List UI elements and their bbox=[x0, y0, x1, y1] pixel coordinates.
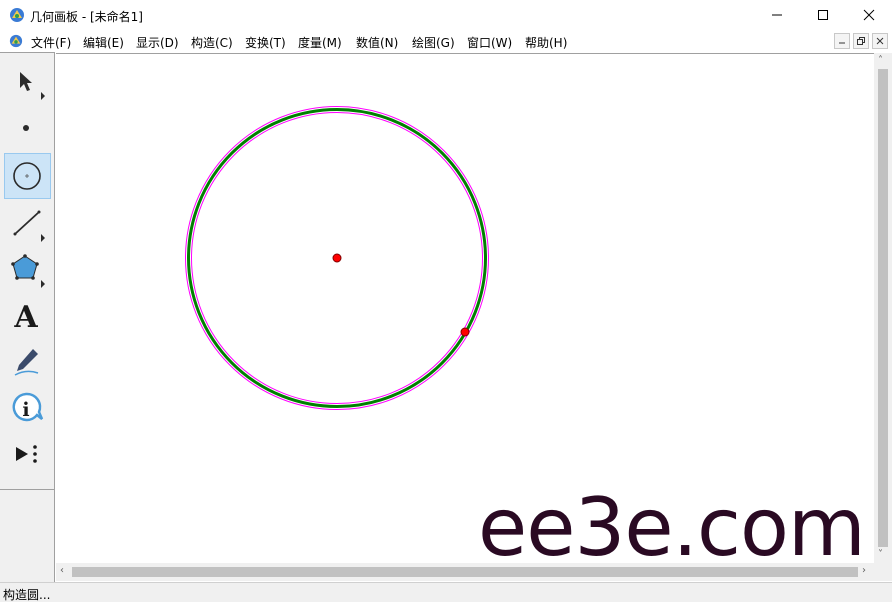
menu-construct[interactable]: 构造(C) bbox=[191, 34, 233, 51]
info-icon: i bbox=[12, 392, 44, 422]
segment-icon bbox=[13, 210, 45, 242]
scroll-left-icon[interactable]: ‹ bbox=[60, 565, 64, 576]
menu-edit[interactable]: 编辑(E) bbox=[83, 34, 124, 51]
menu-measure[interactable]: 度量(M) bbox=[298, 34, 342, 51]
menu-window[interactable]: 窗口(W) bbox=[467, 34, 512, 51]
close-icon bbox=[863, 9, 875, 21]
toolbox-divider bbox=[0, 489, 54, 490]
scroll-up-icon[interactable]: ˄ bbox=[878, 55, 883, 66]
arrow-select-icon bbox=[20, 72, 45, 100]
menu-number[interactable]: 数值(N) bbox=[356, 34, 398, 51]
document-icon[interactable] bbox=[9, 34, 23, 48]
marker-tool[interactable] bbox=[4, 339, 51, 385]
svg-text:A: A bbox=[13, 300, 38, 335]
minimize-icon bbox=[839, 42, 845, 44]
close-button[interactable] bbox=[846, 0, 892, 30]
maximize-icon bbox=[818, 10, 828, 20]
play-more-icon bbox=[16, 445, 37, 463]
restore-icon bbox=[857, 37, 865, 45]
doc-minimize-button[interactable] bbox=[834, 33, 850, 49]
point-icon bbox=[23, 125, 29, 131]
watermark-text: ee3e.com bbox=[478, 481, 866, 574]
window-title: 几何画板 - [未命名1] bbox=[30, 10, 143, 24]
scrollbar-corner bbox=[874, 563, 892, 581]
app-logo-icon bbox=[10, 8, 24, 22]
scroll-down-icon[interactable]: ˅ bbox=[878, 549, 883, 560]
toolbox: A i bbox=[0, 52, 55, 582]
maximize-button[interactable] bbox=[800, 0, 846, 30]
vertical-scroll-thumb[interactable] bbox=[878, 69, 888, 547]
text-a-icon: A bbox=[13, 300, 38, 335]
minimize-icon bbox=[772, 14, 782, 16]
straightedge-tool[interactable] bbox=[4, 201, 51, 247]
center-point[interactable] bbox=[332, 253, 342, 263]
menu-graph[interactable]: 绘图(G) bbox=[412, 34, 455, 51]
vertical-scrollbar[interactable]: ˄ ˅ bbox=[874, 53, 892, 563]
arrow-tool[interactable] bbox=[4, 61, 51, 107]
point-tool[interactable] bbox=[4, 107, 51, 153]
menu-help[interactable]: 帮助(H) bbox=[525, 34, 567, 51]
minimize-button[interactable] bbox=[754, 0, 800, 30]
menu-display[interactable]: 显示(D) bbox=[136, 34, 179, 51]
compass-tool[interactable] bbox=[4, 153, 51, 199]
svg-text:i: i bbox=[22, 399, 29, 421]
circle-icon bbox=[13, 162, 41, 190]
information-tool[interactable]: i bbox=[4, 385, 51, 431]
close-icon bbox=[876, 37, 884, 45]
title-bar: 几何画板 - [未命名1] bbox=[0, 0, 892, 30]
pentagon-icon bbox=[11, 254, 45, 288]
status-bar: 构造圆... bbox=[0, 582, 892, 602]
doc-close-button[interactable] bbox=[872, 33, 888, 49]
custom-tool[interactable] bbox=[4, 433, 51, 479]
doc-restore-button[interactable] bbox=[853, 33, 869, 49]
polygon-tool[interactable] bbox=[4, 247, 51, 293]
status-text: 构造圆... bbox=[3, 588, 51, 602]
menu-transform[interactable]: 变换(T) bbox=[245, 34, 286, 51]
menu-file[interactable]: 文件(F) bbox=[31, 34, 71, 51]
menu-bar: 文件(F) 编辑(E) 显示(D) 构造(C) 变换(T) 度量(M) 数值(N… bbox=[0, 30, 892, 52]
text-tool[interactable]: A bbox=[4, 293, 51, 339]
radius-point[interactable] bbox=[460, 327, 470, 337]
pen-icon bbox=[14, 349, 39, 376]
